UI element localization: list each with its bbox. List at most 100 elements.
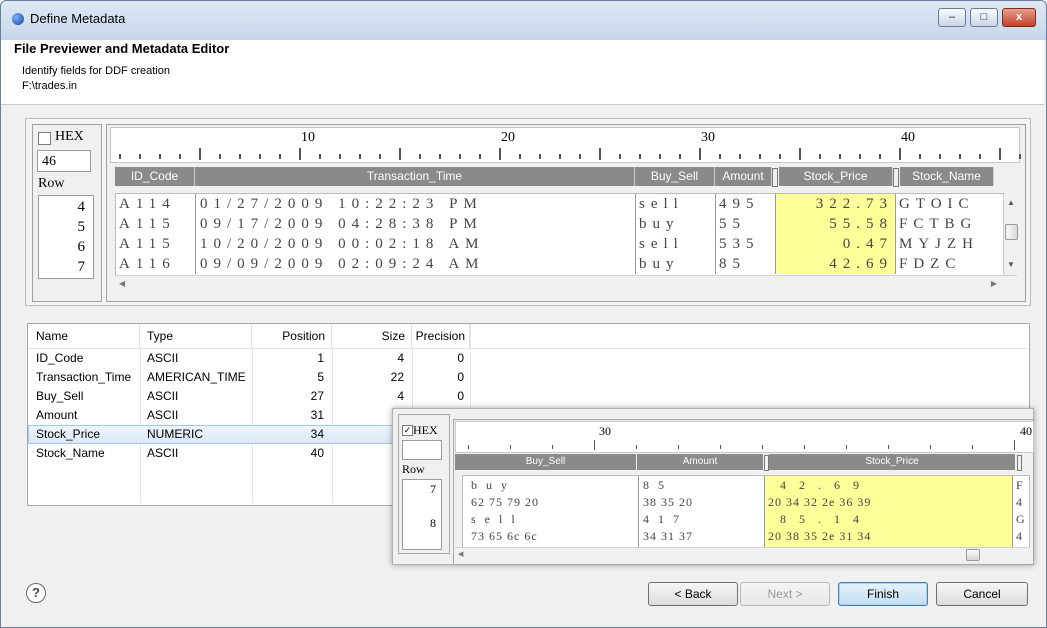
- table-header-precision[interactable]: Precision: [412, 324, 470, 348]
- preview-horizontal-scrollbar[interactable]: ◀ ▶: [115, 275, 1017, 292]
- hex-data-grid[interactable]: b u y 8 5 4 2 . 6 9 F 62 75 79 20 38 35 20 20…: [462, 475, 1030, 549]
- scroll-left-icon[interactable]: ◀: [119, 279, 125, 288]
- row-number-column: 4 5 6 7: [38, 195, 94, 279]
- column-header-amount[interactable]: Amount: [715, 167, 772, 186]
- field-separator: [895, 194, 896, 274]
- offset-input[interactable]: [402, 440, 442, 460]
- ruler-tick: [199, 148, 201, 160]
- table-header-name[interactable]: Name: [28, 324, 140, 348]
- ruler-tick: [846, 445, 847, 449]
- maximize-button[interactable]: □: [970, 8, 998, 27]
- ruler-tick: [519, 154, 521, 159]
- offset-input[interactable]: 46: [37, 150, 91, 172]
- hex-checkbox-checked[interactable]: ✓: [402, 425, 413, 436]
- ruler-tick: [299, 148, 301, 160]
- back-button[interactable]: < Back: [648, 582, 738, 606]
- preview-data-grid[interactable]: A114 01/27/2009 10:22:23 PM sell 495 322…: [115, 193, 1005, 277]
- scroll-thumb[interactable]: [966, 549, 980, 561]
- column-header-stock-name[interactable]: Stock_Name: [900, 167, 994, 186]
- hex-checkbox[interactable]: [38, 132, 51, 145]
- ruler-tick: [720, 445, 721, 449]
- column-resize-handle[interactable]: [1017, 455, 1022, 471]
- column-header-stock-price[interactable]: Stock_Price: [769, 454, 1015, 470]
- cell-name: Transaction_Time: [36, 370, 132, 384]
- row-number: 8: [430, 516, 436, 530]
- ruler-tick: [719, 154, 721, 159]
- ruler-tick: [468, 445, 469, 449]
- cell-position: 1: [317, 351, 324, 365]
- ruler-tick: [759, 154, 761, 159]
- column-header-buy-sell[interactable]: Buy_Sell: [455, 454, 636, 470]
- hex-horizontal-scrollbar[interactable]: ◀: [455, 547, 1030, 562]
- cell-stock-name: 4: [1016, 495, 1023, 509]
- column-resize-handle[interactable]: [772, 168, 778, 187]
- row-number: 6: [77, 239, 86, 255]
- scroll-thumb[interactable]: [1005, 224, 1018, 240]
- cell-buy-sell: 73 65 6c 6c: [471, 529, 538, 543]
- cell-stock-name: FCTBG: [899, 216, 978, 232]
- table-header-type[interactable]: Type: [140, 324, 252, 348]
- cell-position: 31: [310, 408, 324, 422]
- cell-id-code: A115: [119, 236, 176, 252]
- cancel-button[interactable]: Cancel: [936, 582, 1028, 606]
- window-title: Define Metadata: [30, 11, 126, 26]
- cell-amount: 55: [719, 216, 746, 232]
- cell-size: 4: [397, 389, 404, 403]
- cell-id-code: A116: [119, 256, 176, 272]
- ruler-label: 10: [301, 130, 315, 145]
- ruler-tick: [699, 148, 701, 160]
- cell-position: 27: [310, 389, 324, 403]
- ruler-tick: [762, 445, 763, 449]
- ruler-ticks: [111, 148, 1021, 162]
- cell-transaction-time: 01/27/2009 10:22:23 PM: [200, 196, 483, 212]
- ruler-ticks: [456, 440, 1033, 452]
- minimize-button[interactable]: –: [938, 8, 966, 27]
- column-header-buy-sell[interactable]: Buy_Sell: [635, 167, 715, 186]
- table-header-position[interactable]: Position: [252, 324, 332, 348]
- cell-buy-sell: s e l l: [471, 512, 516, 526]
- cell-stock-name: F: [1016, 478, 1024, 492]
- ruler-tick: [804, 445, 805, 449]
- hex-preview-overlay: ✓ HEX Row 7 8 30 40 Buy_Sell Amount Stoc…: [392, 408, 1034, 565]
- column-resize-handle[interactable]: [893, 168, 899, 187]
- ruler-tick: [439, 154, 441, 159]
- next-button[interactable]: Next >: [740, 582, 830, 606]
- ruler-tick: [839, 154, 841, 159]
- table-header-size[interactable]: Size: [332, 324, 412, 348]
- column-ruler[interactable]: 10 20 30 40: [110, 127, 1021, 163]
- scroll-right-icon[interactable]: ▶: [991, 279, 997, 288]
- field-separator: [715, 194, 716, 274]
- column-header-amount[interactable]: Amount: [637, 454, 763, 470]
- ruler-tick: [552, 445, 553, 449]
- title-bar: [0, 0, 1047, 41]
- row-number-column: 7 8: [402, 479, 442, 550]
- ruler-tick: [599, 148, 601, 160]
- cell-name: Stock_Name: [36, 446, 105, 460]
- ruler-tick: [819, 154, 821, 159]
- preview-vertical-scrollbar[interactable]: ▲ ▼: [1003, 194, 1018, 274]
- field-separator: [775, 194, 776, 274]
- cell-amount: 85: [719, 256, 746, 272]
- hex-ruler[interactable]: 30 40: [455, 421, 1034, 453]
- finish-button[interactable]: Finish: [838, 582, 928, 606]
- ruler-tick: [999, 148, 1001, 160]
- row-label: Row: [38, 176, 65, 191]
- hex-label: HEX: [413, 423, 438, 437]
- ruler-tick: [259, 154, 261, 159]
- cell-name: ID_Code: [36, 351, 84, 365]
- row-number: 5: [77, 219, 86, 235]
- column-header-transaction-time[interactable]: Transaction_Time: [195, 167, 635, 186]
- help-icon[interactable]: ?: [26, 583, 46, 603]
- ruler-tick: [919, 154, 921, 159]
- scroll-up-icon[interactable]: ▲: [1007, 198, 1015, 207]
- scroll-down-icon[interactable]: ▼: [1007, 260, 1015, 269]
- close-button[interactable]: x: [1002, 8, 1036, 27]
- file-path: F:\trades.in: [22, 80, 78, 92]
- column-header-stock-price[interactable]: Stock_Price: [779, 167, 893, 186]
- cell-position: 34: [310, 427, 324, 441]
- column-header-id-code[interactable]: ID_Code: [115, 167, 195, 186]
- ruler-tick: [859, 154, 861, 159]
- ruler-tick: [499, 148, 501, 160]
- scroll-left-icon[interactable]: ◀: [458, 550, 463, 558]
- row-number: 7: [430, 482, 436, 496]
